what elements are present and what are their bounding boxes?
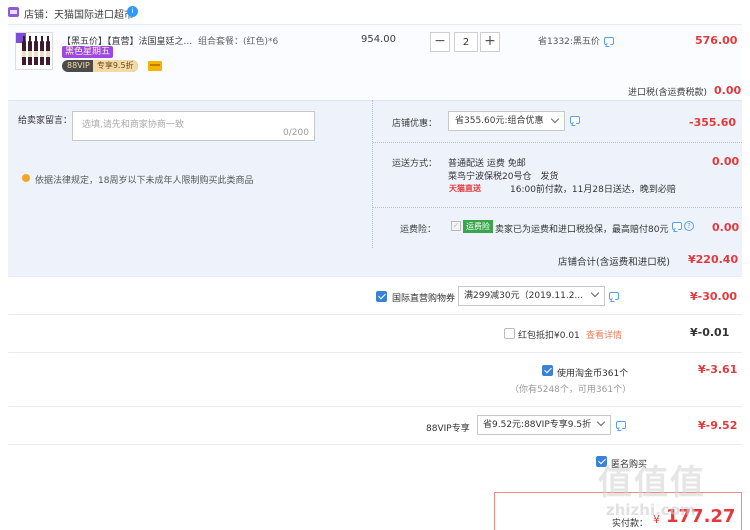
watermark-url: zhizhi.com bbox=[606, 501, 696, 519]
comment-icon[interactable] bbox=[609, 292, 619, 300]
shipping-fee: 0.00 bbox=[712, 155, 740, 168]
wine-bottle-icon bbox=[40, 36, 44, 65]
insurance-value: 0.00 bbox=[712, 221, 740, 234]
age-restriction-notice: 依据法律规定，18周岁以下未成年人限制购买此类商品 bbox=[35, 176, 254, 186]
shipping-method: 普通配送 运费 免邮 bbox=[448, 159, 526, 169]
help-icon[interactable]: ? bbox=[684, 221, 694, 231]
quantity-input[interactable] bbox=[454, 32, 478, 52]
taojinbi-value: ¥-3.61 bbox=[698, 363, 738, 376]
divider bbox=[8, 444, 742, 445]
unit-price: 954.00 bbox=[361, 34, 396, 45]
intl-coupon-label: 国际直营购物券 bbox=[392, 294, 456, 304]
comment-icon[interactable] bbox=[616, 421, 626, 429]
vip88-selected: 省9.52元:88VIP专享9.5折 bbox=[483, 420, 592, 430]
product-thumbnail[interactable] bbox=[15, 32, 53, 70]
watermark-logo: 值值值 bbox=[598, 463, 706, 503]
intl-coupon-value: ¥-30.00 bbox=[690, 290, 738, 303]
warning-icon bbox=[22, 174, 30, 182]
vip-logo: 88VIP bbox=[67, 61, 90, 70]
comment-icon[interactable] bbox=[672, 222, 682, 230]
credit-card-icon bbox=[148, 61, 162, 71]
product-spec: 组合套餐：(红色)*6 bbox=[198, 37, 279, 47]
chevron-down-icon bbox=[550, 114, 560, 124]
shop-coupon-label: 店铺优惠： bbox=[392, 119, 438, 129]
divider bbox=[8, 276, 742, 277]
tmall-direct-logo: 天猫直送 bbox=[449, 184, 481, 193]
divider bbox=[8, 406, 742, 407]
divider bbox=[373, 207, 742, 208]
intl-coupon-select[interactable]: 满299减30元（2019.11.2... bbox=[458, 286, 605, 306]
insurance-description: 卖家已为运费和进口税投保，最高赔付80元 bbox=[495, 225, 669, 235]
vip-badge: 88VIP 专享9.5折 bbox=[62, 60, 138, 72]
shop-total-value: ¥220.40 bbox=[688, 253, 739, 266]
red-packet-details-link[interactable]: 查看详情 bbox=[586, 328, 622, 341]
shop-name[interactable]: 店铺：天猫国际进口超市 bbox=[24, 6, 134, 21]
taojinbi-checkbox[interactable] bbox=[542, 365, 553, 376]
intl-coupon-selected: 满299减30元（2019.11.2... bbox=[464, 291, 584, 301]
delivery-estimate: 16:00前付款，11月28日送达，晚到必赔 bbox=[510, 185, 676, 195]
taojinbi-label: 使用淘金币361个 bbox=[557, 369, 629, 379]
divider bbox=[8, 352, 742, 353]
comment-icon[interactable] bbox=[604, 37, 614, 45]
promo-badge: 黑色星期五 bbox=[62, 46, 114, 58]
wine-bottle-icon bbox=[22, 36, 26, 65]
vip88-value: ¥-9.52 bbox=[698, 419, 738, 432]
item-subtotal: 576.00 bbox=[695, 34, 738, 47]
wine-bottle-icon bbox=[28, 36, 32, 65]
vip88-select[interactable]: 省9.52元:88VIP专享9.5折 bbox=[477, 415, 611, 435]
shipping-label: 运送方式： bbox=[392, 159, 438, 169]
intl-coupon-checkbox[interactable] bbox=[376, 291, 387, 302]
shop-coupon-selected: 省355.60元:组合优惠 bbox=[455, 116, 544, 126]
red-packet-value: ¥-0.01 bbox=[690, 326, 730, 339]
insurance-label: 运费险： bbox=[400, 225, 437, 235]
divider bbox=[373, 142, 742, 143]
shop-coupon-value: -355.60 bbox=[689, 116, 737, 129]
insurance-checkbox[interactable]: ✓ bbox=[451, 221, 461, 231]
insurance-badge: 运费险 bbox=[463, 220, 493, 233]
red-packet-label: 红包抵扣¥0.01 bbox=[518, 331, 580, 341]
message-placeholder: 选填,请先和商家协商一致 bbox=[82, 120, 184, 130]
chat-icon[interactable]: i bbox=[127, 6, 138, 17]
quantity-increase-button[interactable]: + bbox=[480, 32, 500, 52]
shop-icon bbox=[8, 7, 19, 17]
taojinbi-note: （你有5248个，可用361个） bbox=[510, 385, 632, 395]
wine-bottle-icon bbox=[34, 36, 38, 65]
red-packet-checkbox[interactable] bbox=[504, 328, 515, 339]
message-label: 给卖家留言： bbox=[18, 116, 73, 126]
import-tax-label: 进口税(含运费税款) bbox=[628, 88, 708, 98]
quantity-decrease-button[interactable]: − bbox=[430, 32, 450, 52]
comment-icon[interactable] bbox=[570, 116, 580, 124]
saving-text: 省1332:黑五价 bbox=[538, 37, 600, 47]
message-char-count: 0/200 bbox=[283, 128, 309, 138]
shop-coupon-select[interactable]: 省355.60元:组合优惠 bbox=[448, 111, 565, 131]
vip88-label: 88VIP专享 bbox=[426, 424, 470, 434]
import-tax-value: 0.00 bbox=[714, 84, 742, 97]
wine-bottle-icon bbox=[46, 36, 50, 65]
shop-total-label: 店铺合计(含运费和进口税) bbox=[558, 257, 670, 268]
vip-discount-text: 专享9.5折 bbox=[92, 60, 138, 72]
divider bbox=[8, 314, 742, 315]
shipping-warehouse: 菜鸟宁波保税20号仓 发货 bbox=[448, 172, 559, 182]
